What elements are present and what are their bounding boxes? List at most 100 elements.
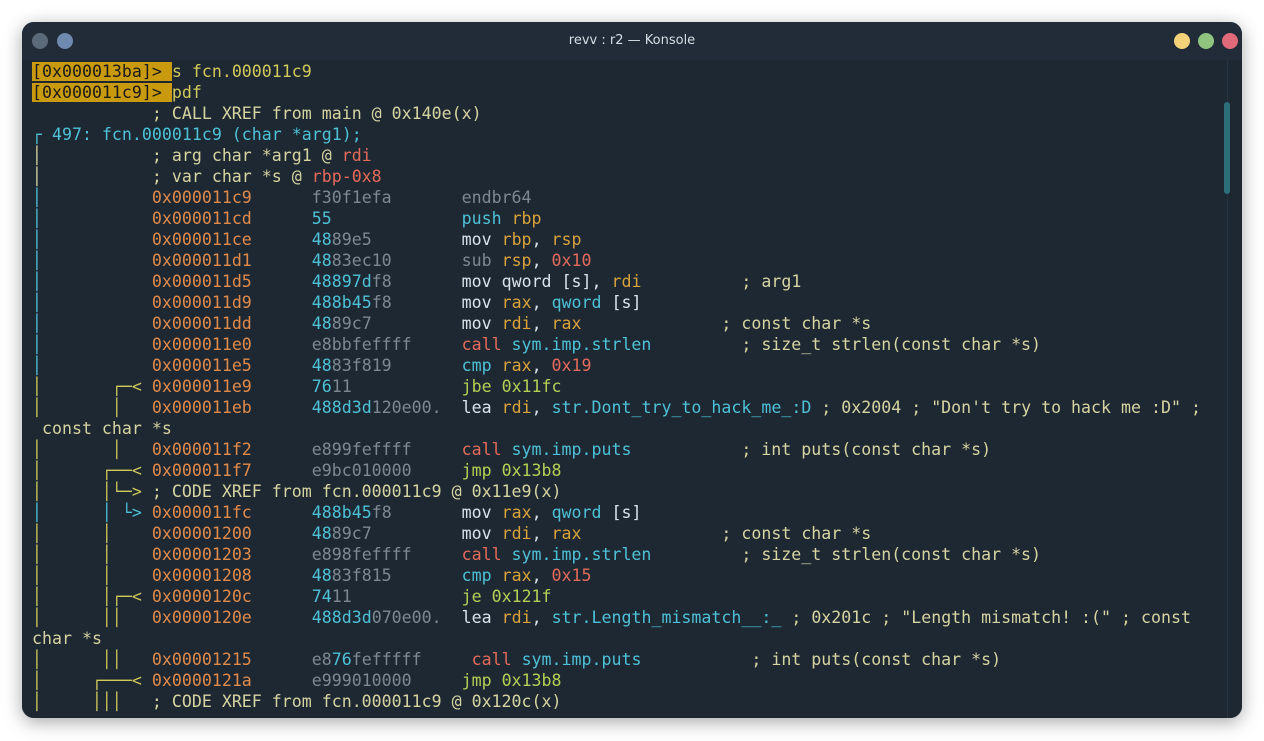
terminal-line: │ 0x000011d1 4883ec10 sub rsp, 0x10: [32, 250, 592, 271]
terminal-text: 48: [311, 251, 332, 270]
terminal-text: 0x000011f2: [151, 440, 252, 459]
maximize-button[interactable]: [1198, 33, 1214, 49]
terminal-text: qword: [551, 503, 612, 522]
terminal-line: │ 0x000011e0 e8bbfeffff call sym.imp.str…: [32, 334, 1041, 355]
terminal-text: [s]: [611, 293, 642, 312]
terminal-line: │ ; var char *s @ rbp-0x8: [32, 166, 382, 187]
terminal-text: 120e00.: [371, 398, 462, 417]
terminal-text: call: [461, 335, 512, 354]
terminal-text: f8: [371, 293, 462, 312]
terminal-text: call: [461, 545, 512, 564]
close-button[interactable]: [1222, 33, 1238, 49]
terminal-text: ,: [531, 251, 552, 270]
terminal-text: 0x000011d9: [151, 293, 252, 312]
terminal-text: je: [461, 587, 492, 606]
terminal-text: mov: [461, 230, 502, 249]
terminal-text: jmp: [461, 461, 502, 480]
terminal-text: │ ││: [32, 608, 152, 627]
terminal-line: │ 0x000011e5 4883f819 cmp rax, 0x19: [32, 355, 592, 376]
terminal-text: ,: [531, 230, 552, 249]
terminal-text: │ ; var char *s @: [32, 167, 312, 186]
terminal-text: 83ec10: [331, 251, 462, 270]
terminal-text: 74: [311, 587, 332, 606]
terminal-text: endbr64: [461, 188, 532, 207]
terminal-text: mov: [461, 314, 502, 333]
terminal-text: ; 0x201c ; "Length mismatch! :(" ; const: [781, 608, 1191, 627]
terminal-text: 0x10: [551, 251, 592, 270]
terminal-text: ; int puts(const char *s): [631, 440, 992, 459]
terminal-text: 488d3d: [311, 608, 372, 627]
minimize-button[interactable]: [1174, 33, 1190, 49]
terminal-text: │ │┌─<: [32, 587, 152, 606]
terminal-text: [s]: [611, 503, 642, 522]
terminal-text: ,: [531, 293, 552, 312]
terminal-line: │ │ └> 0x000011fc 488b45f8 mov rax, qwor…: [32, 502, 642, 523]
terminal-text: 76: [331, 650, 352, 669]
terminal-text: ; CALL XREF from main @ 0x140e(x): [32, 104, 482, 123]
terminal-line: │ 0x000011cd 55 push rbp: [32, 208, 542, 229]
terminal-text: 48: [311, 230, 332, 249]
terminal-line: │ ││ 0x0000120e 488d3d070e00. lea rdi, s…: [32, 607, 1191, 628]
terminal-text: sym.imp.puts: [511, 440, 632, 459]
terminal-text: 0x0000121a: [151, 671, 252, 690]
terminal-text: mov: [461, 293, 502, 312]
terminal-text: rax: [501, 293, 532, 312]
terminal-text: 89c7: [331, 314, 462, 333]
title-bar[interactable]: revv : r2 — Konsole: [22, 22, 1242, 60]
terminal-text: 0x0000120e: [151, 608, 252, 627]
terminal-text: rdi: [341, 146, 372, 165]
terminal-text: │ ┌──<: [32, 461, 152, 480]
terminal-text: │ │: [32, 545, 152, 564]
terminal-text: │ │: [32, 524, 152, 543]
terminal-text: sym.imp.strlen: [511, 545, 652, 564]
terminal-text: 11: [331, 377, 462, 396]
scrollbar-thumb[interactable]: [1224, 102, 1230, 194]
terminal-text: s fcn.000011c9: [171, 62, 312, 81]
terminal-text: rax: [501, 566, 532, 585]
terminal-text: ,: [531, 608, 552, 627]
terminal-text: 488b45: [311, 503, 372, 522]
terminal-text: │ ┌─<: [32, 377, 152, 396]
terminal-text: rdi: [501, 524, 532, 543]
terminal-text: sym.imp.strlen: [511, 335, 652, 354]
terminal-text: qword: [501, 272, 562, 291]
terminal-text: e8bbfeffff: [251, 335, 462, 354]
terminal-text: ; const char *s: [581, 524, 872, 543]
terminal-text: 0x13b8: [501, 671, 562, 690]
terminal-text: rbp-0x8: [311, 167, 382, 186]
terminal-text: ; size_t strlen(const char *s): [651, 545, 1042, 564]
terminal-text: 0x13b8: [501, 461, 562, 480]
terminal-line: │ ┌─< 0x000011e9 7611 jbe 0x11fc: [32, 376, 562, 397]
terminal-text: jmp: [461, 671, 502, 690]
terminal-text: ,: [531, 503, 552, 522]
terminal-text: 48: [311, 356, 332, 375]
terminal-text: 0x00001203: [151, 545, 252, 564]
terminal-text: rax: [501, 503, 532, 522]
terminal-output[interactable]: [0x000013ba]> s fcn.000011c9 [0x000011c9]…: [22, 60, 1242, 718]
terminal-text: cmp: [461, 356, 502, 375]
terminal-line: │ │└─> ; CODE XREF from fcn.000011c9 @ 0…: [32, 481, 562, 502]
terminal-text: 89c7: [331, 524, 462, 543]
terminal-text: │ │└─>: [32, 482, 152, 501]
terminal-text: 89e5: [331, 230, 462, 249]
terminal-text: ┌ 497: fcn.000011c9 (char *arg1);: [32, 125, 362, 144]
terminal-text: rdi: [501, 608, 532, 627]
terminal-text: 0x11fc: [501, 377, 562, 396]
terminal-line: │ 0x000011c9 f30f1efa endbr64: [32, 187, 532, 208]
terminal-text: ; size_t strlen(const char *s): [651, 335, 1042, 354]
terminal-text: 48897d: [311, 272, 372, 291]
terminal-text: 11: [331, 587, 462, 606]
terminal-text: rdi: [611, 272, 642, 291]
terminal-line: │ │││ ; CODE XREF from fcn.000011c9 @ 0x…: [32, 691, 562, 712]
terminal-text: 0x0000120c: [151, 587, 252, 606]
terminal-text: ; CODE XREF from fcn.000011c9 @ 0x120c(x…: [151, 692, 562, 711]
terminal-line: │ ││ 0x00001215 e876fefffff call sym.imp…: [32, 649, 1001, 670]
terminal-text: ,: [531, 524, 552, 543]
terminal-text: 0x000011eb: [151, 398, 252, 417]
terminal-text: 0x000011d5: [151, 272, 252, 291]
